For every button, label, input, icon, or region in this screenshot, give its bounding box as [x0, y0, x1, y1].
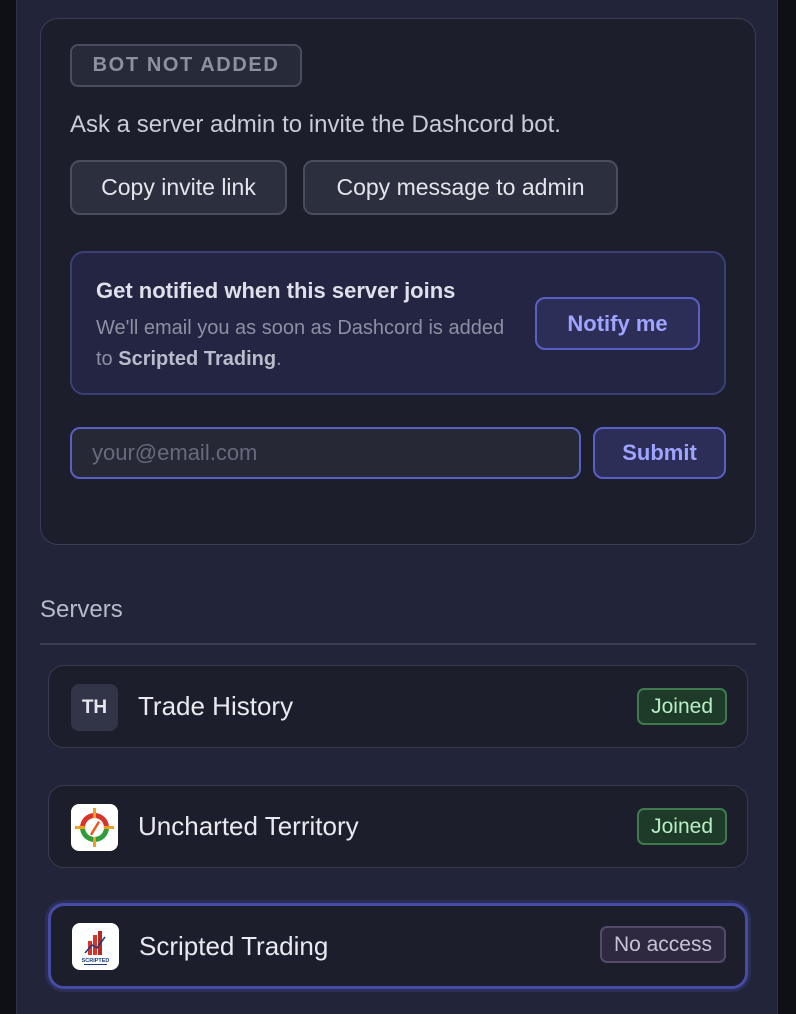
status-badge: Joined	[637, 688, 727, 725]
notify-title: Get notified when this server joins	[96, 278, 456, 303]
status-badge: Joined	[637, 808, 727, 845]
scripted-trading-logo-icon: SCRIPTED	[72, 923, 119, 970]
bot-status-badge: BOT NOT ADDED	[70, 44, 302, 87]
servers-heading: Servers	[40, 596, 123, 623]
email-input[interactable]	[70, 427, 581, 479]
server-item-trade-history[interactable]: TH Trade History Joined	[48, 665, 748, 748]
notify-description: We'll email you as soon as Dashcord is a…	[96, 313, 526, 375]
scripted-logo-text: SCRIPTED	[82, 958, 110, 964]
notify-description-end: .	[276, 348, 282, 370]
uncharted-territory-logo-icon	[71, 804, 118, 851]
servers-divider	[40, 643, 756, 645]
copy-message-to-admin-button[interactable]: Copy message to admin	[303, 160, 618, 215]
server-name: Uncharted Territory	[138, 811, 359, 841]
server-item-scripted-trading[interactable]: SCRIPTED Scripted Trading No access	[48, 903, 748, 989]
copy-invite-link-button[interactable]: Copy invite link	[70, 160, 287, 215]
server-name: Trade History	[138, 691, 294, 721]
submit-button[interactable]: Submit	[593, 427, 726, 479]
status-badge: No access	[599, 926, 726, 963]
notify-me-button[interactable]: Notify me	[535, 297, 700, 350]
invite-instruction: Ask a server admin to invite the Dashcor…	[70, 111, 561, 138]
server-name: Scripted Trading	[139, 930, 329, 961]
notify-server-name: Scripted Trading	[118, 348, 277, 370]
server-item-uncharted-territory[interactable]: Uncharted Territory Joined	[48, 785, 748, 868]
server-avatar: TH	[71, 684, 118, 731]
